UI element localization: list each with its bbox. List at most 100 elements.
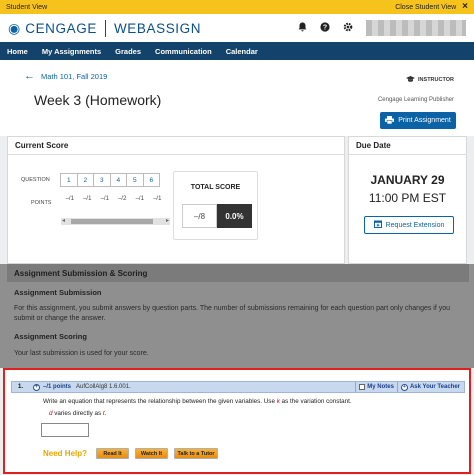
my-notes-label[interactable]: My Notes xyxy=(367,384,394,390)
expand-plus-icon[interactable]: + xyxy=(33,383,41,391)
relation-text: varies directly as xyxy=(52,410,103,417)
assignment-scoring-title: Assignment Scoring xyxy=(14,332,87,341)
scroll-left-icon[interactable]: ◂ xyxy=(62,217,65,224)
total-score-box: TOTAL SCORE –/8 0.0% xyxy=(173,171,258,240)
brand-name-webassign: WEBASSIGN xyxy=(113,20,202,36)
question-link-5[interactable]: 5 xyxy=(126,173,144,187)
header-divider xyxy=(396,382,398,392)
calendar-plus-icon xyxy=(373,220,382,230)
current-score-card: Current Score QUESTION POINTS 1 2 3 4 5 … xyxy=(7,136,345,264)
help-icon[interactable]: ? xyxy=(320,21,330,35)
watch-it-button[interactable]: Watch It xyxy=(135,448,168,459)
points-value: –/1 xyxy=(135,196,144,202)
due-time-value: 11:00 PM EST xyxy=(368,191,447,205)
question-link-3[interactable]: 3 xyxy=(93,173,111,187)
question-panel: 1. + –/1 points AufCollAlg8 1.6.001. My … xyxy=(3,368,471,474)
user-avatar-blurred[interactable] xyxy=(366,20,466,36)
brand-logo[interactable]: ◉ CENGAGE WEBASSIGN xyxy=(8,19,202,37)
need-help-label: Need Help? xyxy=(43,449,88,458)
read-it-button[interactable]: Read It xyxy=(96,448,129,459)
arrow-left-icon[interactable]: ← xyxy=(24,70,35,82)
assignment-submission-text: For this assignment, you submit answers … xyxy=(14,305,451,323)
submission-section-dimmed: Assignment Submission & Scoring Assignme… xyxy=(0,264,474,368)
question-link-4[interactable]: 4 xyxy=(109,173,127,187)
nav-calendar[interactable]: Calendar xyxy=(226,47,258,56)
question-points: –/1 points xyxy=(43,384,72,390)
request-extension-button[interactable]: Request Extension xyxy=(364,216,454,234)
points-value: –/1 xyxy=(83,196,92,202)
current-score-heading: Current Score xyxy=(8,137,344,155)
print-assignment-label[interactable]: Print Assignment xyxy=(398,117,451,124)
question-code: AufCollAlg8 1.6.001. xyxy=(76,384,131,390)
prompt-text: as the variation constant. xyxy=(279,398,352,405)
student-view-label: Student View xyxy=(6,3,48,11)
answer-input[interactable] xyxy=(41,423,89,437)
points-value: –/1 xyxy=(100,196,109,202)
cengage-logo-icon: ◉ xyxy=(8,19,21,36)
page-title: Week 3 (Homework) xyxy=(34,92,162,108)
svg-text:?: ? xyxy=(323,24,327,31)
ask-teacher-label[interactable]: Ask Your Teacher xyxy=(410,384,460,390)
course-back-link[interactable]: ← Math 101, Fall 2019 xyxy=(24,70,107,82)
print-assignment-button[interactable]: Print Assignment xyxy=(380,112,456,129)
relation-text: . xyxy=(104,410,107,417)
nav-grades[interactable]: Grades xyxy=(115,47,141,56)
total-score-percent: 0.0% xyxy=(217,204,252,228)
main-nav: Home My Assignments Grades Communication… xyxy=(0,42,474,60)
gear-icon[interactable] xyxy=(343,22,353,35)
question-number-list: 1 2 3 4 5 6 xyxy=(60,173,160,187)
ask-plus-icon[interactable]: + xyxy=(400,383,408,391)
nav-home[interactable]: Home xyxy=(7,47,28,56)
assignment-scoring-text: Your last submission is used for your sc… xyxy=(14,350,149,357)
graduation-cap-icon xyxy=(406,76,416,84)
question-link-6[interactable]: 6 xyxy=(142,173,160,187)
points-list: –/1 –/1 –/1 –/2 –/1 –/1 xyxy=(61,196,166,202)
close-student-view[interactable]: Close Student View × xyxy=(395,2,468,12)
question-prompt: Write an equation that represents the re… xyxy=(43,398,352,405)
course-name[interactable]: Math 101, Fall 2019 xyxy=(41,72,107,81)
scrollbar-thumb[interactable] xyxy=(71,219,153,224)
due-date-value: JANUARY 29 xyxy=(370,173,445,187)
instructor-label: INSTRUCTOR xyxy=(418,77,454,83)
score-scrollbar[interactable]: ◂ ▸ xyxy=(61,218,170,225)
points-value: –/2 xyxy=(118,196,127,202)
brand-divider xyxy=(104,19,106,37)
points-row-label: POINTS xyxy=(31,200,52,206)
submission-scoring-heading: Assignment Submission & Scoring xyxy=(7,264,469,282)
assignment-submission-title: Assignment Submission xyxy=(14,288,102,297)
question-relation: d varies directly as t. xyxy=(49,410,106,417)
student-view-bar: Student View Close Student View × xyxy=(0,0,474,14)
ask-teacher-button[interactable]: + Ask Your Teacher xyxy=(400,383,460,391)
brand-name-cengage: CENGAGE xyxy=(25,20,97,36)
question-number: 1. xyxy=(18,384,24,390)
due-date-card: Due Date JANUARY 29 11:00 PM EST Request… xyxy=(348,136,467,264)
talk-to-tutor-button[interactable]: Talk to a Tutor xyxy=(174,448,218,459)
request-extension-label[interactable]: Request Extension xyxy=(386,222,445,229)
total-score-label: TOTAL SCORE xyxy=(190,184,241,191)
points-value: –/1 xyxy=(153,196,162,202)
close-student-view-link[interactable]: Close Student View xyxy=(395,4,456,11)
nav-communication[interactable]: Communication xyxy=(155,47,212,56)
publisher-name: Cengage Learning Publisher xyxy=(377,97,454,103)
header-divider xyxy=(355,382,357,392)
my-notes-toggle[interactable]: My Notes xyxy=(359,384,394,390)
close-icon[interactable]: × xyxy=(462,2,468,12)
assignment-header: ← Math 101, Fall 2019 Week 3 (Homework) … xyxy=(0,60,474,136)
prompt-text: Write an equation that represents the re… xyxy=(43,398,277,405)
question-header-actions: My Notes + Ask Your Teacher xyxy=(355,382,464,392)
instructor-badge: INSTRUCTOR xyxy=(406,76,454,84)
printer-icon xyxy=(385,115,395,126)
notes-checkbox-icon[interactable] xyxy=(359,384,366,390)
question-row-label: QUESTION xyxy=(21,177,50,183)
scroll-right-icon[interactable]: ▸ xyxy=(166,217,169,224)
top-bar: ◉ CENGAGE WEBASSIGN ? xyxy=(0,14,474,42)
question-link-2[interactable]: 2 xyxy=(76,173,94,187)
total-score-fraction: –/8 xyxy=(182,204,217,228)
top-icons: ? xyxy=(298,20,466,36)
due-date-heading: Due Date xyxy=(349,137,466,155)
bell-icon[interactable] xyxy=(298,22,307,35)
question-link-1[interactable]: 1 xyxy=(60,173,78,187)
nav-my-assignments[interactable]: My Assignments xyxy=(42,47,101,56)
question-header: 1. + –/1 points AufCollAlg8 1.6.001. My … xyxy=(11,381,465,393)
points-value: –/1 xyxy=(65,196,74,202)
